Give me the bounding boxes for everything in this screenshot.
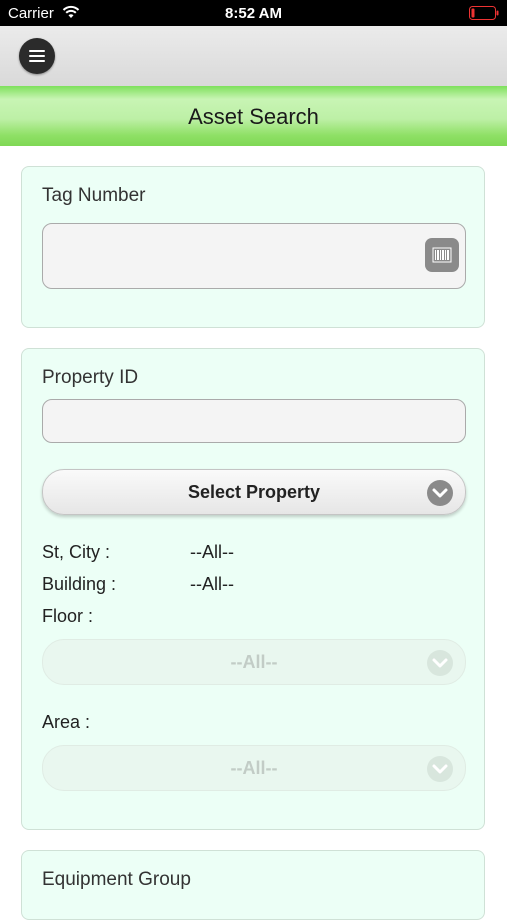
property-card: Property ID Select Property St, City : -… [21, 348, 485, 830]
building-label: Building : [42, 574, 117, 594]
property-id-label: Property ID [42, 367, 139, 388]
tag-number-card: Tag Number [21, 166, 485, 328]
status-bar: Carrier 8:52 AM [0, 0, 507, 26]
building-value: --All-- [190, 574, 234, 594]
st-city-label: St, City : [42, 542, 111, 562]
menu-button[interactable] [19, 38, 55, 74]
hamburger-icon-line [29, 60, 45, 62]
chevron-down-icon [427, 650, 453, 676]
page-title: Asset Search [188, 104, 319, 129]
select-property-label: Select Property [187, 482, 321, 502]
floor-dropdown-value: --All-- [230, 652, 278, 672]
status-time: 8:52 AM [225, 5, 282, 22]
st-city-value: --All-- [190, 542, 234, 562]
area-label: Area : [42, 712, 91, 732]
area-dropdown[interactable]: --All-- [42, 745, 466, 791]
hamburger-icon-line [29, 55, 45, 57]
select-property-dropdown[interactable]: Select Property [42, 469, 466, 515]
top-nav [0, 26, 507, 86]
barcode-scan-button[interactable] [425, 238, 459, 272]
floor-dropdown[interactable]: --All-- [42, 639, 466, 685]
title-bar: Asset Search [0, 86, 507, 146]
property-id-input[interactable] [42, 399, 466, 443]
battery-icon [469, 6, 499, 20]
floor-label: Floor : [42, 606, 94, 626]
chevron-down-icon [427, 756, 453, 782]
equipment-group-card: Equipment Group [21, 850, 485, 920]
barcode-icon [432, 247, 452, 263]
hamburger-icon [29, 50, 45, 52]
tag-number-label: Tag Number [42, 185, 146, 206]
tag-number-input[interactable] [42, 223, 466, 289]
chevron-down-icon [427, 480, 453, 506]
area-dropdown-value: --All-- [230, 758, 278, 778]
equipment-group-label: Equipment Group [42, 869, 191, 890]
